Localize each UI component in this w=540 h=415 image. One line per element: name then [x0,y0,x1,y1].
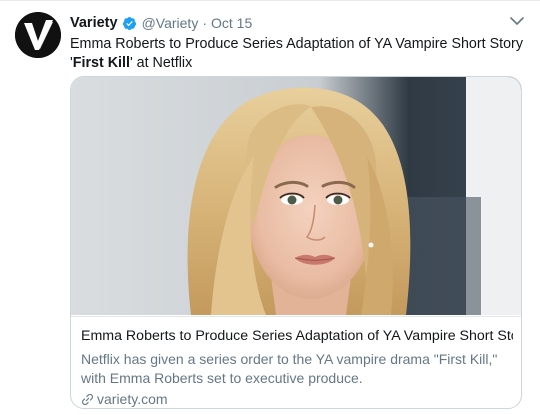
card-image [71,77,521,315]
author-name[interactable]: Variety [70,15,118,31]
card-photo [71,77,521,315]
variety-avatar[interactable] [15,12,61,58]
card-description: Netflix has given a series order to the … [81,351,498,386]
author-handle[interactable]: @Variety [142,15,199,31]
card-domain-text[interactable]: variety.com [97,391,168,407]
tweet-date[interactable]: Oct 15 [211,15,252,31]
variety-logo-icon [15,12,61,58]
chevron-down-icon[interactable] [508,14,526,28]
link-icon [81,393,94,405]
tweet-text: Emma Roberts to Produce Series Adaptatio… [70,35,525,73]
link-card[interactable]: Emma Roberts to Produce Series Adaptatio… [70,76,522,409]
card-title[interactable]: Emma Roberts to Produce Series Adaptatio… [81,328,513,344]
tweet-header: Variety @Variety · Oct 15 [70,13,252,33]
tweet[interactable]: Variety @Variety · Oct 15 Emma Roberts t… [0,0,540,415]
verified-badge-icon [122,16,136,30]
card-body: Emma Roberts to Produce Series Adaptatio… [71,316,521,407]
separator-dot: · [202,15,207,31]
tweet-text-bold: First Kill [72,55,130,71]
tweet-text-part2: ' at Netflix [129,55,193,71]
card-domain[interactable]: variety.com [81,391,168,407]
